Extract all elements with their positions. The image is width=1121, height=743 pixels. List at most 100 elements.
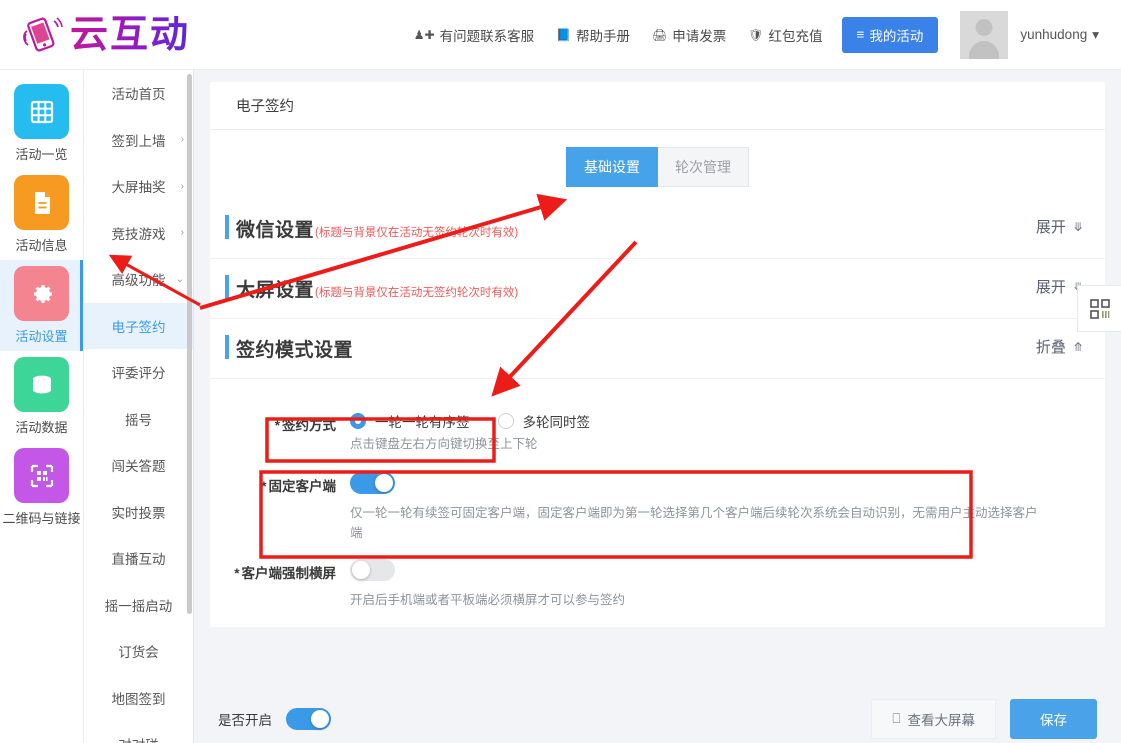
field-label-fixed-client: * 固定客户端 bbox=[261, 479, 336, 495]
toggle-force-landscape[interactable] bbox=[350, 559, 395, 582]
sub-label-big-screen-lottery: 大屏抽奖 bbox=[111, 180, 166, 196]
floating-qrcode-widget[interactable] bbox=[1077, 285, 1121, 332]
sub-item-signin-wall[interactable]: 签到上墙 › bbox=[84, 117, 193, 164]
topnav-item-help[interactable]: 📘 帮助手册 bbox=[545, 25, 641, 45]
rail-item-qrcode-links[interactable]: 二维码与链接 bbox=[0, 442, 83, 533]
sub-item-judge-scoring[interactable]: 评委评分 bbox=[84, 349, 193, 396]
main-content: 电子签约 基础设置 轮次管理 微信设置 (标题与背景仅在活动无签约轮次时有效) … bbox=[194, 70, 1121, 743]
sub-item-quiz[interactable]: 闯关答题 bbox=[84, 442, 193, 489]
save-label: 保存 bbox=[1040, 713, 1067, 728]
sub-item-map-signin[interactable]: 地图签到 bbox=[84, 675, 193, 722]
user-menu[interactable]: yunhudong ▾ bbox=[1020, 27, 1099, 43]
sub-item-number-draw[interactable]: 摇号 bbox=[84, 396, 193, 443]
page-title: 电子签约 bbox=[210, 82, 1105, 130]
submenu-scrollbar[interactable] bbox=[187, 74, 192, 614]
sub-item-big-screen-lottery[interactable]: 大屏抽奖 › bbox=[84, 163, 193, 210]
section-accent-bar bbox=[225, 275, 229, 299]
brand-logo[interactable]: 云互动 bbox=[18, 12, 190, 58]
sub-menu: 活动首页 签到上墙 › 大屏抽奖 › 竞技游戏 › 高级功能 ⌄ 电子签约 评委… bbox=[84, 70, 194, 743]
chevron-right-icon: › bbox=[180, 180, 184, 192]
rail-item-activity-list[interactable]: 活动一览 bbox=[0, 78, 83, 169]
sub-item-shake-start[interactable]: 摇一摇启动 bbox=[84, 582, 193, 629]
field-body-force-landscape: 开启后手机端或者平板端必须横屏才可以参与签约 bbox=[350, 559, 625, 610]
my-activity-label: 我的活动 bbox=[869, 28, 924, 44]
section-title-mode: 签约模式设置 bbox=[236, 340, 354, 361]
sub-item-match-game[interactable]: 对对碰 bbox=[84, 721, 193, 743]
database-icon bbox=[14, 357, 69, 412]
brand-name: 云互动 bbox=[70, 13, 191, 56]
topnav-item-support[interactable]: ♟✚ 有问题联系客服 bbox=[403, 25, 545, 45]
hint-fixed-client: 仅一轮一轮有续签可固定客户端，固定客户端即为第一轮选择第几个客户端后续轮次系统会… bbox=[350, 506, 1038, 540]
my-activity-button[interactable]: ≡ 我的活动 bbox=[841, 16, 939, 53]
field-label-force-landscape: * 客户端强制横屏 bbox=[234, 566, 336, 582]
toggle-fixed-client[interactable] bbox=[350, 472, 395, 495]
chevron-right-icon: › bbox=[180, 134, 184, 146]
tab-basic-settings[interactable]: 基础设置 bbox=[566, 147, 658, 187]
sub-item-competitive-games[interactable]: 竞技游戏 › bbox=[84, 210, 193, 257]
sub-item-electronic-signing[interactable]: 电子签约 bbox=[84, 302, 193, 349]
section-title-wechat: 微信设置 bbox=[236, 220, 315, 241]
section-accent-bar bbox=[225, 335, 229, 359]
tab-round-management[interactable]: 轮次管理 bbox=[658, 147, 749, 187]
expand-toggle-screen[interactable]: 展开 ⤋ bbox=[1036, 276, 1083, 297]
rail-item-activity-settings[interactable]: 活动设置 bbox=[0, 260, 83, 351]
sub-label-map-signin: 地图签到 bbox=[111, 691, 166, 707]
view-big-screen-button[interactable]: ⎕ 查看大屏幕 bbox=[871, 699, 996, 739]
sub-label-match-game: 对对碰 bbox=[118, 734, 159, 743]
monitor-icon: ⎕ bbox=[892, 711, 901, 726]
rail-label-activity-settings: 活动设置 bbox=[15, 329, 68, 344]
book-icon: 📘 bbox=[556, 27, 572, 42]
sub-item-live-interaction[interactable]: 直播互动 bbox=[84, 535, 193, 582]
collapse-label-mode: 折叠 bbox=[1035, 339, 1066, 356]
gear-icon bbox=[14, 266, 69, 321]
topnav-label-recharge: 红包充值 bbox=[768, 28, 823, 44]
radio-simultaneous-rounds[interactable]: 多轮同时签 bbox=[497, 411, 590, 431]
view-big-screen-label: 查看大屏幕 bbox=[907, 713, 976, 728]
radio-sequential-rounds[interactable]: 一轮一轮有序签 bbox=[350, 411, 470, 431]
section-screen-settings: 大屏设置 (标题与背景仅在活动无签约轮次时有效) 展开 ⤋ bbox=[210, 259, 1105, 319]
tab-bar: 基础设置 轮次管理 bbox=[210, 130, 1105, 199]
field-fixed-client: * 固定客户端 仅一轮一轮有续签可固定客户端，固定客户端即为第一轮选择第几个客户端… bbox=[210, 454, 1105, 543]
icon-rail: 活动一览 活动信息 活动设置 活动数据 二维码与链接 bbox=[0, 70, 84, 743]
footer-actions: ⎕ 查看大屏幕 保存 bbox=[871, 699, 1097, 739]
sub-label-competitive-games: 竞技游戏 bbox=[111, 226, 166, 242]
double-chevron-up-icon: ⤊ bbox=[1072, 339, 1083, 354]
top-bar: 云互动 ♟✚ 有问题联系客服 📘 帮助手册 🖨 申请发票 🛡 红包充值 ≡ 我的… bbox=[0, 0, 1121, 70]
section-title-screen: 大屏设置 bbox=[236, 280, 315, 301]
double-chevron-down-icon: ⤋ bbox=[1072, 219, 1083, 234]
topnav-item-invoice[interactable]: 🖨 申请发票 bbox=[641, 25, 737, 45]
radio-label-sequential-rounds: 一轮一轮有序签 bbox=[375, 415, 470, 430]
avatar[interactable] bbox=[960, 10, 1009, 59]
expand-toggle-wechat[interactable]: 展开 ⤋ bbox=[1036, 216, 1083, 237]
section-sign-mode: 签约模式设置 折叠 ⤊ bbox=[210, 319, 1105, 379]
sub-label-order-meeting: 订货会 bbox=[118, 645, 159, 661]
sub-label-live-interaction: 直播互动 bbox=[111, 552, 166, 568]
rail-label-activity-data: 活动数据 bbox=[15, 420, 68, 435]
sub-item-advanced-features[interactable]: 高级功能 ⌄ bbox=[84, 256, 193, 303]
sub-item-order-meeting[interactable]: 订货会 bbox=[84, 628, 193, 675]
required-mark: * bbox=[234, 566, 240, 582]
sub-item-live-vote[interactable]: 实时投票 bbox=[84, 489, 193, 536]
section-hint-screen: (标题与背景仅在活动无签约轮次时有效) bbox=[315, 287, 519, 299]
collapse-toggle-mode[interactable]: 折叠 ⤊ bbox=[1036, 336, 1083, 357]
field-sign-method: * 签约方式 一轮一轮有序签 多轮同时签 点击键盘左右方向键切换至上下轮 bbox=[210, 397, 1105, 454]
tab-label-basic-settings: 基础设置 bbox=[584, 159, 640, 175]
printer-icon: 🖨 bbox=[652, 27, 668, 42]
toggle-enable[interactable] bbox=[286, 708, 331, 730]
app-root: 云互动 ♟✚ 有问题联系客服 📘 帮助手册 🖨 申请发票 🛡 红包充值 ≡ 我的… bbox=[0, 0, 1121, 743]
topnav-item-recharge[interactable]: 🛡 红包充值 bbox=[737, 25, 833, 45]
expand-label-wechat: 展开 bbox=[1035, 219, 1066, 236]
sub-label-quiz: 闯关答题 bbox=[111, 459, 166, 475]
rail-item-activity-info[interactable]: 活动信息 bbox=[0, 169, 83, 260]
username-label: yunhudong bbox=[1020, 27, 1088, 42]
field-force-landscape: * 客户端强制横屏 开启后手机端或者平板端必须横屏才可以参与签约 bbox=[210, 543, 1105, 610]
enable-label: 是否开启 bbox=[218, 713, 272, 728]
document-icon bbox=[14, 175, 69, 230]
save-button[interactable]: 保存 bbox=[1010, 699, 1097, 739]
sub-item-home[interactable]: 活动首页 bbox=[84, 70, 193, 117]
section-accent-bar bbox=[225, 215, 229, 239]
sub-label-live-vote: 实时投票 bbox=[111, 505, 166, 521]
grid-icon bbox=[14, 84, 69, 139]
rail-item-activity-data[interactable]: 活动数据 bbox=[0, 351, 83, 442]
sub-label-number-draw: 摇号 bbox=[125, 412, 152, 428]
